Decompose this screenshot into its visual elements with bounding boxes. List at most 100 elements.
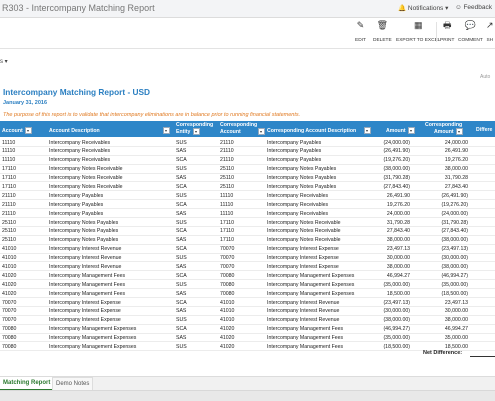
tab-demo-notes[interactable]: Demo Notes bbox=[52, 377, 94, 391]
table-row[interactable]: 41010 Intercompany Interest Revenue SUS 700… bbox=[0, 254, 495, 263]
pencil-icon: ✎ bbox=[356, 20, 365, 30]
feedback-button[interactable]: ☺ Feedback bbox=[455, 4, 492, 11]
cell-corresponding-amount: 26,491.90 bbox=[444, 148, 468, 155]
notifications-label: Notifications bbox=[407, 5, 444, 12]
cell-corresponding-amount: (18,500.00) bbox=[441, 290, 468, 297]
table-row[interactable]: 17110 Intercompany Notes Receivable SCA 251… bbox=[0, 182, 495, 192]
table-row[interactable]: 17110 Intercompany Notes Receivable SUS 251… bbox=[0, 165, 495, 174]
title-bar: R303 - Intercompany Matching Report 🔔 No… bbox=[0, 0, 495, 18]
share-label: SH bbox=[486, 38, 494, 43]
table-body: 11110 Intercompany Receivables SUS 21110 Int… bbox=[0, 138, 495, 352]
delete-label: DELETE bbox=[373, 38, 392, 43]
cell-corresponding-amount: (46,994.27) bbox=[441, 272, 468, 279]
header-corr-desc-label: Corresponding Account Description bbox=[267, 127, 357, 134]
header-corresponding-amount[interactable]: Corresponding Amount bbox=[425, 122, 464, 135]
table-row[interactable]: 70080 Intercompany Management Expenses SCA… bbox=[0, 325, 495, 334]
cell-account-description: Intercompany Management Fees bbox=[49, 281, 126, 288]
breadcrumb[interactable]: s ▾ bbox=[0, 58, 8, 65]
table-row[interactable]: 25110 Intercompany Notes Payables SCA 17110… bbox=[0, 227, 495, 236]
sheet-tabs: Matching Report Demo Notes bbox=[0, 376, 495, 391]
export-to-excel-button[interactable]: ▦ EXPORT TO EXCEL bbox=[396, 20, 440, 43]
cell-amount: (35,000.00) bbox=[383, 335, 410, 342]
table-row[interactable]: 21110 Intercompany Payables SUS 11110 Interc… bbox=[0, 191, 495, 201]
tab-matching-report[interactable]: Matching Report bbox=[0, 377, 54, 391]
table-row[interactable]: 11110 Intercompany Receivables SCA 21110 Int… bbox=[0, 156, 495, 165]
table-row[interactable]: 41020 Intercompany Management Fees SUS 7008… bbox=[0, 280, 495, 290]
notifications-button[interactable]: 🔔 Notifications ▾ bbox=[398, 4, 448, 12]
table-row[interactable]: 21110 Intercompany Payables SAS 11110 Interc… bbox=[0, 209, 495, 219]
header-entity-label: Entity bbox=[176, 128, 191, 135]
table-row[interactable]: 25110 Intercompany Notes Payables SAS 17110… bbox=[0, 236, 495, 245]
cell-account-description: Intercompany Notes Receivable bbox=[49, 166, 123, 173]
table-row[interactable]: 41020 Intercompany Management Fees SCA 7008… bbox=[0, 271, 495, 281]
table-row[interactable]: 21110 Intercompany Payables SCA 11110 Interc… bbox=[0, 200, 495, 210]
filter-dropdown-icon[interactable] bbox=[408, 127, 416, 134]
cell-account-description: Intercompany Receivables bbox=[49, 139, 111, 146]
cell-corresponding-entity: SCA bbox=[176, 228, 187, 235]
cell-corresponding-entity: SCA bbox=[176, 272, 187, 279]
filter-dropdown-icon[interactable] bbox=[258, 128, 266, 135]
cell-corresponding-account-description: Intercompany Notes Receivable bbox=[267, 228, 341, 235]
table-row[interactable]: 41010 Intercompany Interest Revenue SAS 700… bbox=[0, 262, 495, 272]
header-difference[interactable]: Differe bbox=[476, 127, 492, 133]
table-row[interactable]: 11110 Intercompany Receivables SAS 21110 Int… bbox=[0, 147, 495, 156]
header-account[interactable]: Account bbox=[2, 127, 33, 134]
cell-corresponding-account-description: Intercompany Payables bbox=[267, 157, 322, 164]
table-row[interactable]: 41020 Intercompany Management Fees SAS 7008… bbox=[0, 289, 495, 299]
cell-account: 41010 bbox=[2, 255, 17, 262]
table-row[interactable]: 70070 Intercompany Interest Expense SAS 410… bbox=[0, 307, 495, 316]
cell-account-description: Intercompany Management Fees bbox=[49, 272, 126, 279]
comment-icon: 💬 bbox=[464, 20, 476, 30]
header-account-description[interactable]: Account Description bbox=[49, 127, 171, 134]
cell-corresponding-entity: SCA bbox=[176, 246, 187, 253]
cell-amount: 18,500.00 bbox=[386, 290, 410, 297]
comment-button[interactable]: 💬 COMMENT bbox=[458, 20, 483, 43]
cell-amount: 30,000.00 bbox=[386, 255, 410, 262]
export-label: EXPORT TO EXCEL bbox=[396, 38, 441, 43]
cell-corresponding-entity: SAS bbox=[176, 175, 187, 182]
cell-amount: (18,500.00) bbox=[383, 343, 410, 350]
cell-corresponding-account: 70070 bbox=[220, 255, 235, 262]
table-row[interactable]: 70080 Intercompany Management Expenses SUS… bbox=[0, 342, 495, 352]
bell-icon: 🔔 bbox=[398, 5, 407, 12]
table-row[interactable]: 17110 Intercompany Notes Receivable SAS 251… bbox=[0, 174, 495, 183]
table-row[interactable]: 70070 Intercompany Interest Expense SUS 410… bbox=[0, 316, 495, 325]
cell-corresponding-entity: SCA bbox=[176, 326, 187, 333]
cell-account-description: Intercompany Interest Revenue bbox=[49, 255, 122, 262]
cell-corresponding-entity: SUS bbox=[176, 139, 187, 146]
table-row[interactable]: 70080 Intercompany Management Expenses SAS… bbox=[0, 334, 495, 343]
table-row[interactable]: 11110 Intercompany Receivables SUS 21110 Int… bbox=[0, 138, 495, 147]
cell-corresponding-account-description: Intercompany Notes Receivable bbox=[267, 237, 341, 244]
cell-corresponding-entity: SUS bbox=[176, 255, 187, 262]
edit-button[interactable]: ✎ EDIT bbox=[355, 20, 366, 43]
delete-button[interactable]: 🗑 DELETE bbox=[373, 20, 392, 43]
cell-account: 21110 bbox=[2, 210, 16, 217]
chevron-down-icon: ▾ bbox=[4, 59, 8, 65]
header-corresponding-account[interactable]: Corresponding Account bbox=[220, 122, 266, 135]
filter-dropdown-icon[interactable] bbox=[456, 128, 464, 135]
header-amount[interactable]: Amount bbox=[386, 127, 416, 134]
report-purpose: The purpose of this report is to validat… bbox=[3, 112, 301, 118]
print-button[interactable]: 🖶 PRINT bbox=[440, 20, 454, 43]
table-row[interactable]: 70070 Intercompany Interest Expense SCA 410… bbox=[0, 298, 495, 307]
toolbar: ✎ EDIT 🗑 DELETE ▦ EXPORT TO EXCEL 🖶 PRIN… bbox=[0, 18, 495, 49]
cell-amount: (38,000.00) bbox=[383, 317, 410, 324]
filter-dropdown-icon[interactable] bbox=[192, 128, 200, 135]
filter-dropdown-icon[interactable] bbox=[363, 127, 371, 134]
auto-label: Auto bbox=[480, 74, 491, 80]
table-row[interactable]: 25110 Intercompany Notes Payables SUS 17110… bbox=[0, 218, 495, 227]
filter-dropdown-icon[interactable] bbox=[25, 127, 33, 134]
header-corresponding-entity[interactable]: Corresponding Entity bbox=[176, 122, 213, 135]
header-corresponding-account-description[interactable]: Corresponding Account Description bbox=[267, 127, 371, 134]
filter-dropdown-icon[interactable] bbox=[163, 127, 171, 134]
cell-corresponding-account-description: Intercompany Payables bbox=[267, 139, 322, 146]
table-row[interactable]: 41010 Intercompany Interest Revenue SCA 700… bbox=[0, 245, 495, 254]
share-button[interactable]: ↗ SH bbox=[486, 20, 494, 43]
cell-amount: (35,000.00) bbox=[383, 281, 410, 288]
cell-corresponding-account-description: Intercompany Interest Revenue bbox=[267, 308, 340, 315]
cell-corresponding-account-description: Intercompany Interest Expense bbox=[267, 263, 339, 270]
cell-corresponding-entity: SUS bbox=[176, 192, 187, 199]
cell-corresponding-amount: (31,790.28) bbox=[441, 219, 468, 226]
cell-corresponding-account-description: Intercompany Notes Payables bbox=[267, 166, 337, 173]
cell-account: 70070 bbox=[2, 299, 17, 306]
